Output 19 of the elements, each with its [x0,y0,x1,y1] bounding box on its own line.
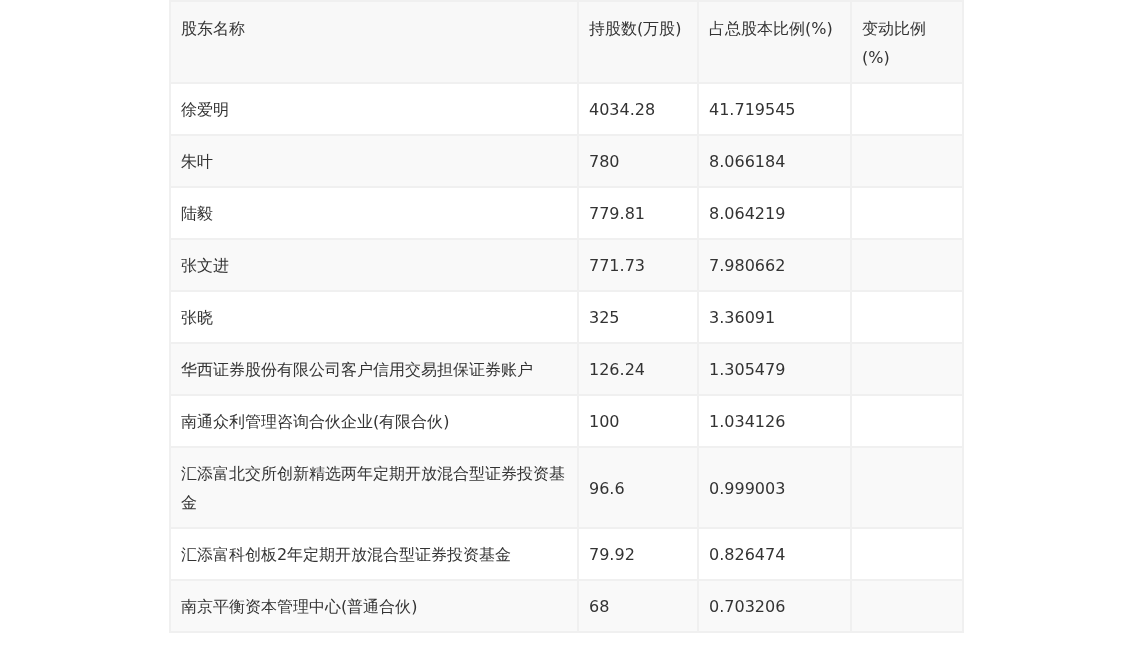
table-cell: 7.980662 [698,239,851,291]
table-cell: 780 [578,135,698,187]
table-cell: 126.24 [578,343,698,395]
table-cell: 朱叶 [170,135,578,187]
table-cell: 汇添富北交所创新精选两年定期开放混合型证券投资基金 [170,447,578,528]
column-header: 变动比例(%) [851,1,963,83]
table-cell: 张文进 [170,239,578,291]
column-header: 持股数(万股) [578,1,698,83]
table-cell: 1.305479 [698,343,851,395]
table-cell: 96.6 [578,447,698,528]
table-cell: 68 [578,580,698,632]
table-cell: 8.066184 [698,135,851,187]
table-cell: 0.703206 [698,580,851,632]
table-cell: 南京平衡资本管理中心(普通合伙) [170,580,578,632]
table-cell: 0.999003 [698,447,851,528]
table-cell: 华西证券股份有限公司客户信用交易担保证券账户 [170,343,578,395]
table-cell: 771.73 [578,239,698,291]
column-header: 占总股本比例(%) [698,1,851,83]
column-header: 股东名称 [170,1,578,83]
